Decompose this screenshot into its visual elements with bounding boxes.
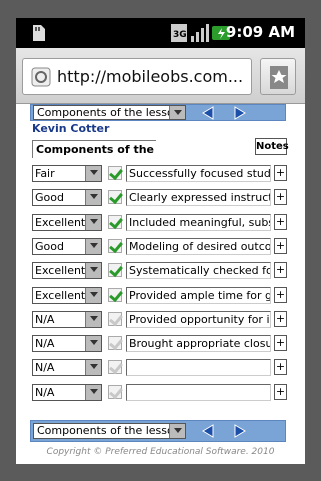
rating-select[interactable]: Good bbox=[32, 237, 102, 255]
chevron-down-icon bbox=[85, 287, 101, 303]
checkmark-icon[interactable] bbox=[108, 263, 122, 278]
rating-select[interactable]: Excellent bbox=[32, 262, 102, 280]
rating-select[interactable]: N/A bbox=[32, 310, 102, 328]
signal-3g-icon: 3G bbox=[171, 24, 209, 42]
previous-arrow-icon[interactable] bbox=[199, 424, 219, 438]
rating-select-value: Excellent bbox=[35, 215, 86, 229]
description-field[interactable] bbox=[126, 359, 271, 377]
copyright-text: Copyright © Preferred Educational Softwa… bbox=[46, 447, 275, 457]
sd-card-icon bbox=[33, 25, 45, 41]
rating-select-value: Excellent bbox=[35, 264, 86, 278]
checkmark-icon[interactable] bbox=[108, 336, 122, 351]
checkmark-icon[interactable] bbox=[108, 287, 122, 302]
teacher-name: Kevin Cotter bbox=[32, 122, 110, 135]
chevron-down-icon bbox=[169, 106, 185, 119]
rating-row: N/A + bbox=[32, 359, 288, 379]
chevron-down-icon bbox=[85, 263, 101, 279]
rating-select[interactable]: N/A bbox=[32, 335, 102, 353]
description-field[interactable]: Systematically checked for sti bbox=[126, 262, 271, 280]
description-field[interactable]: Modeling of desired outcome bbox=[126, 237, 271, 255]
chevron-down-icon bbox=[85, 166, 101, 181]
rating-select-value: N/A bbox=[35, 361, 55, 375]
add-button[interactable]: + bbox=[274, 359, 287, 376]
rating-row: N/A Brought appropriate closure + bbox=[32, 335, 288, 355]
checkmark-icon[interactable] bbox=[108, 238, 122, 253]
rating-row: Good Clearly expressed instruction+ bbox=[32, 189, 288, 209]
chevron-down-icon bbox=[85, 336, 101, 352]
add-button[interactable]: + bbox=[274, 189, 287, 206]
chevron-down-icon bbox=[85, 384, 101, 400]
next-arrow-icon[interactable] bbox=[229, 106, 249, 120]
chevron-down-icon bbox=[85, 190, 101, 206]
top-section-select[interactable]: Components of the lesson bbox=[33, 105, 186, 120]
description-field[interactable]: Brought appropriate closure bbox=[126, 335, 271, 353]
web-page: Components of the lesson Kevin Cotter Co… bbox=[16, 104, 305, 464]
rating-select-value: Good bbox=[35, 239, 64, 253]
bottom-section-select[interactable]: Components of the lesson bbox=[33, 423, 186, 439]
checkmark-icon[interactable] bbox=[108, 190, 122, 205]
rating-select[interactable]: Excellent bbox=[32, 286, 102, 304]
add-button[interactable]: + bbox=[274, 310, 287, 327]
chevron-down-icon bbox=[85, 214, 101, 230]
add-button[interactable]: + bbox=[274, 237, 287, 254]
chevron-down-icon bbox=[169, 424, 185, 438]
top-section-select-value: Components of the lesson bbox=[37, 106, 181, 119]
checkmark-icon[interactable] bbox=[108, 214, 122, 229]
checkmark-icon[interactable] bbox=[108, 166, 122, 180]
rating-select[interactable]: Fair bbox=[32, 165, 102, 182]
rating-select[interactable]: N/A bbox=[32, 383, 102, 401]
checkmark-icon[interactable] bbox=[108, 384, 122, 399]
rating-select-value: Fair bbox=[35, 167, 55, 180]
section-title-field[interactable]: Components of the less bbox=[32, 140, 156, 158]
previous-arrow-icon[interactable] bbox=[199, 106, 219, 120]
browser-url-bar: http://mobileobs.com... bbox=[16, 48, 305, 104]
add-button[interactable]: + bbox=[274, 213, 287, 230]
rating-row: N/A Provided opportunity for inde+ bbox=[32, 310, 288, 331]
svg-text:3G: 3G bbox=[173, 30, 187, 40]
checkmark-icon[interactable] bbox=[108, 360, 122, 375]
description-field[interactable]: Included meaningful, substar bbox=[126, 213, 271, 231]
rating-select-value: N/A bbox=[35, 385, 55, 399]
add-button[interactable]: + bbox=[274, 262, 287, 279]
top-navigation-bar: Components of the lesson bbox=[30, 104, 286, 121]
notes-button[interactable]: Notes bbox=[255, 138, 289, 155]
next-arrow-icon[interactable] bbox=[229, 424, 249, 438]
checkmark-icon[interactable] bbox=[108, 311, 122, 326]
rating-select-value: Good bbox=[35, 191, 64, 205]
status-time: 9:09 AM bbox=[225, 23, 295, 41]
add-button[interactable]: + bbox=[274, 165, 287, 181]
rating-select[interactable]: N/A bbox=[32, 359, 102, 377]
description-field[interactable]: Clearly expressed instruction bbox=[126, 189, 271, 207]
phone-screen: 3G 9:09 AM http://mobileobs.com... Compo… bbox=[16, 18, 305, 464]
rating-row: N/A + bbox=[32, 383, 288, 404]
rating-select-value: Excellent bbox=[35, 288, 86, 302]
rating-select-value: N/A bbox=[35, 312, 55, 326]
description-field[interactable]: Provided ample time for guid bbox=[126, 286, 271, 304]
description-field[interactable] bbox=[126, 383, 271, 401]
rating-row: Good Modeling of desired outcome+ bbox=[32, 237, 288, 258]
rating-row: Excellent Provided ample time for guid+ bbox=[32, 286, 288, 307]
bookmark-button[interactable] bbox=[260, 58, 296, 95]
add-button[interactable]: + bbox=[274, 286, 287, 303]
rating-select[interactable]: Excellent bbox=[32, 213, 102, 231]
description-field[interactable]: Successfully focused student bbox=[126, 165, 271, 182]
url-text: http://mobileobs.com... bbox=[57, 67, 244, 86]
description-field[interactable]: Provided opportunity for inde bbox=[126, 310, 271, 328]
bottom-navigation-bar: Components of the lesson bbox=[30, 420, 286, 442]
rating-row: Excellent Systematically checked for sti+ bbox=[32, 262, 288, 282]
rating-select-value: N/A bbox=[35, 337, 55, 351]
rating-select[interactable]: Good bbox=[32, 189, 102, 207]
rating-row: Excellent Included meaningful, substar+ bbox=[32, 213, 288, 234]
url-field[interactable]: http://mobileobs.com... bbox=[22, 58, 252, 95]
page-icon bbox=[31, 67, 51, 87]
rating-row: Fair Successfully focused student+ bbox=[32, 165, 288, 185]
status-bar: 3G 9:09 AM bbox=[16, 18, 305, 48]
bookmark-icon bbox=[270, 66, 288, 89]
add-button[interactable]: + bbox=[274, 383, 287, 400]
chevron-down-icon bbox=[85, 238, 101, 254]
chevron-down-icon bbox=[85, 360, 101, 376]
bottom-section-select-value: Components of the lesson bbox=[37, 424, 181, 437]
chevron-down-icon bbox=[85, 311, 101, 327]
add-button[interactable]: + bbox=[274, 335, 287, 352]
